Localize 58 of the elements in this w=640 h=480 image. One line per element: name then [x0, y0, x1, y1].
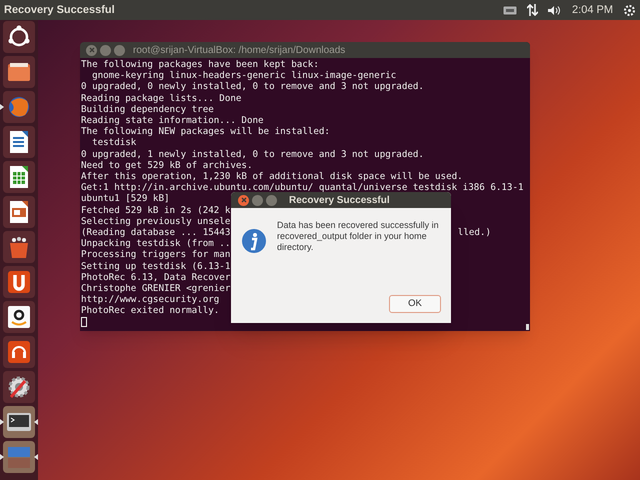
launcher-item[interactable]	[3, 126, 35, 158]
launcher-item[interactable]	[3, 21, 35, 53]
terminal-line: Need to get 529 kB of archives.	[81, 160, 252, 172]
terminal-title: root@srijan-VirtualBox: /home/srijan/Downloads	[133, 44, 346, 58]
scrollbar	[526, 324, 529, 330]
terminal-line: testdisk	[91, 137, 136, 149]
launcher-item[interactable]	[3, 161, 35, 193]
letter-u-icon	[5, 268, 33, 296]
network-arrows-icon[interactable]	[527, 4, 538, 16]
terminal-line: Reading package lists... Done	[81, 92, 242, 104]
launcher-item[interactable]	[3, 406, 35, 438]
ok-button[interactable]: OK	[389, 295, 441, 313]
terminal-line: Processing triggers for man	[81, 249, 230, 261]
terminal-line: Building dependency tree	[81, 104, 214, 116]
maximize-button[interactable]	[266, 194, 277, 206]
close-icon	[240, 197, 246, 203]
launcher-item[interactable]	[3, 231, 35, 263]
terminal-line: 0 upgraded, 0 newly installed, 0 to remove and 3 not upgraded.	[81, 81, 424, 93]
launcher-item[interactable]	[3, 56, 35, 88]
minimize-button[interactable]	[252, 194, 263, 206]
terminal-line: PhotoRec 6.13, Data Recover	[81, 272, 230, 284]
terminal-line: Setting up testdisk (6.13-1	[81, 260, 230, 272]
launcher-item[interactable]	[3, 301, 35, 333]
volume-icon[interactable]	[548, 4, 562, 16]
terminal-line: ubuntu1 [529 kB]	[81, 193, 170, 205]
launcher-item[interactable]	[3, 196, 35, 228]
info-icon	[241, 228, 267, 254]
launcher-item[interactable]	[3, 371, 35, 403]
settings-icon[interactable]	[623, 4, 636, 16]
terminal-line: Selecting previously unsele	[81, 216, 230, 228]
window-title: Recovery Successful	[4, 2, 115, 18]
dialog-title: Recovery Successful	[289, 194, 390, 208]
terminal-line: 0 upgraded, 1 newly installed, 0 to remove and 3 not upgraded.	[81, 148, 424, 160]
terminal-line: PhotoRec exited normally.	[81, 305, 220, 317]
close-button[interactable]	[238, 194, 249, 206]
terminal-line: Christophe GRENIER <grenier	[81, 283, 230, 294]
close-button[interactable]	[86, 44, 97, 56]
launcher-item[interactable]	[3, 266, 35, 298]
minimize-button[interactable]	[100, 44, 111, 56]
clock[interactable]: 2:04 PM	[572, 2, 613, 18]
headphones-icon	[5, 338, 33, 366]
terminal-line: Reading state information... Done	[81, 115, 264, 126]
terminal-line: lled.)	[458, 227, 491, 238]
keyboard-icon[interactable]	[503, 6, 518, 14]
terminal-line: Fetched 529 kB in 2s (242 k	[81, 204, 230, 216]
dialog-message: Data has been recovered successfully in recovered_output folder in your home directory.	[277, 219, 440, 254]
launcher-item[interactable]	[3, 336, 35, 368]
terminal-line: The following NEW packages will be installed:	[81, 126, 330, 138]
close-icon	[88, 47, 94, 53]
terminal-line: (Reading database ... 15443	[81, 227, 230, 238]
terminal-line: Unpacking testdisk (from ..	[81, 238, 230, 250]
text-cursor	[81, 316, 87, 327]
terminal-line: Get:1 http://in.archive.ubuntu.com/ubuntu/ quantal/universe testdisk i386 6.13-1	[81, 182, 524, 194]
terminal-line: The following packages have been kept back:	[81, 59, 319, 70]
terminal-line: After this operation, 1,230 kB of additional disk space will be used.	[81, 171, 463, 182]
maximize-button[interactable]	[114, 44, 125, 56]
terminal-line: gnome-keyring linux-headers-generic linux-image-generic	[91, 70, 396, 82]
terminal-line: http://www.cgsecurity.org	[81, 294, 220, 306]
